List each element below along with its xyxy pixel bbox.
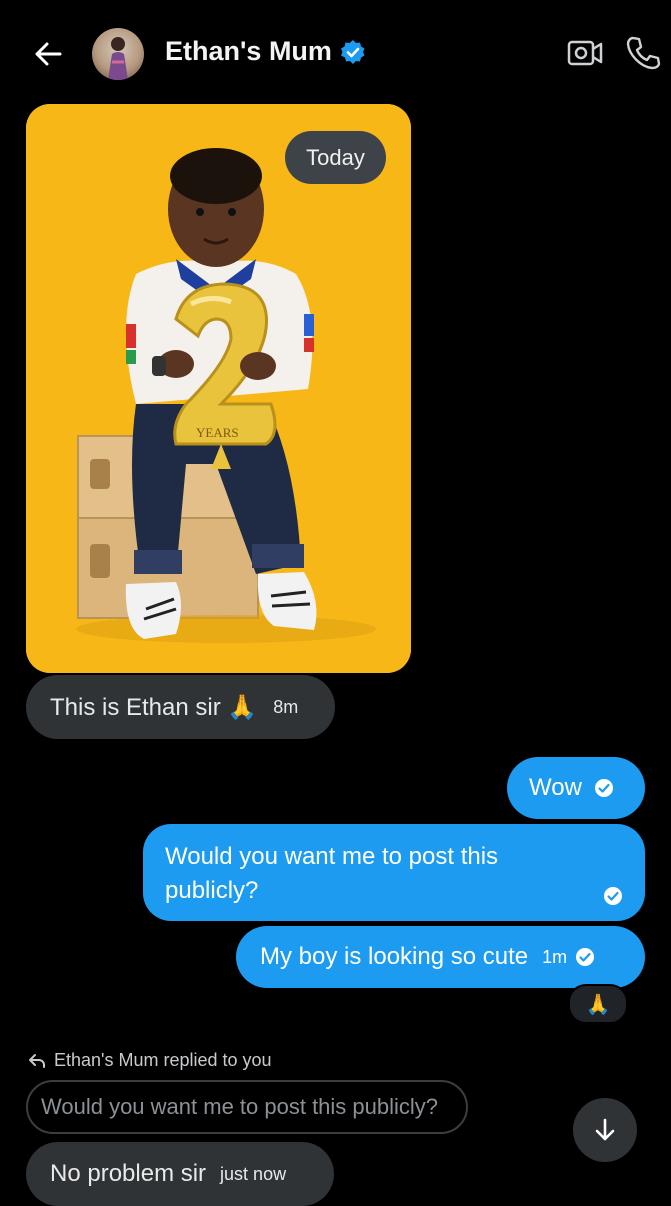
message-text: My boy is looking so cute [260,943,529,970]
chat-header: Ethan's Mum [0,0,671,108]
message-text: No problem sir [50,1160,207,1187]
reaction-emoji: 🙏 [585,993,611,1016]
message-time: 8m [273,696,299,717]
verified-badge-icon [340,39,365,64]
reply-label: Ethan's Mum replied to you [28,1050,272,1071]
reply-icon [29,1053,45,1068]
child-portrait-image: YEARS [26,104,411,673]
page-title[interactable]: Ethan's Mum [165,36,366,67]
svg-text:YEARS: YEARS [196,425,239,440]
date-chip: Today [285,131,386,184]
message-bubble-outgoing[interactable]: Wow [507,757,645,819]
reply-label-text: Ethan's Mum replied to you [54,1050,272,1070]
arrow-down-icon [595,1118,615,1141]
message-bubble-outgoing[interactable]: Would you want me to post this publicly? [143,824,645,921]
avatar[interactable] [92,28,144,80]
message-reaction[interactable]: 🙏 [568,984,628,1024]
message-text: This is Ethan sir 🙏 [50,693,258,721]
message-text: Wow [529,774,582,801]
message-bubble-outgoing[interactable]: My boy is looking so cute 1m [236,926,645,988]
contact-name: Ethan's Mum [165,36,332,66]
video-call-icon[interactable] [566,36,604,70]
message-text: Would you want me to post this publicly? [165,843,499,904]
back-arrow-icon[interactable] [30,36,66,72]
photo-message[interactable]: YEARS [26,104,411,673]
message-time: just now [220,1163,287,1184]
message-bubble-incoming[interactable]: No problem sir just now [26,1142,334,1206]
read-receipt-icon [576,948,595,966]
read-receipt-icon [594,779,613,797]
message-time: 1m [542,946,568,967]
phone-call-icon[interactable] [624,34,662,72]
scroll-to-bottom-button[interactable] [573,1098,637,1162]
read-receipt-icon [604,887,622,905]
quoted-message[interactable]: Would you want me to post this publicly? [26,1080,468,1134]
message-bubble-incoming[interactable]: This is Ethan sir 🙏 8m [26,675,335,739]
